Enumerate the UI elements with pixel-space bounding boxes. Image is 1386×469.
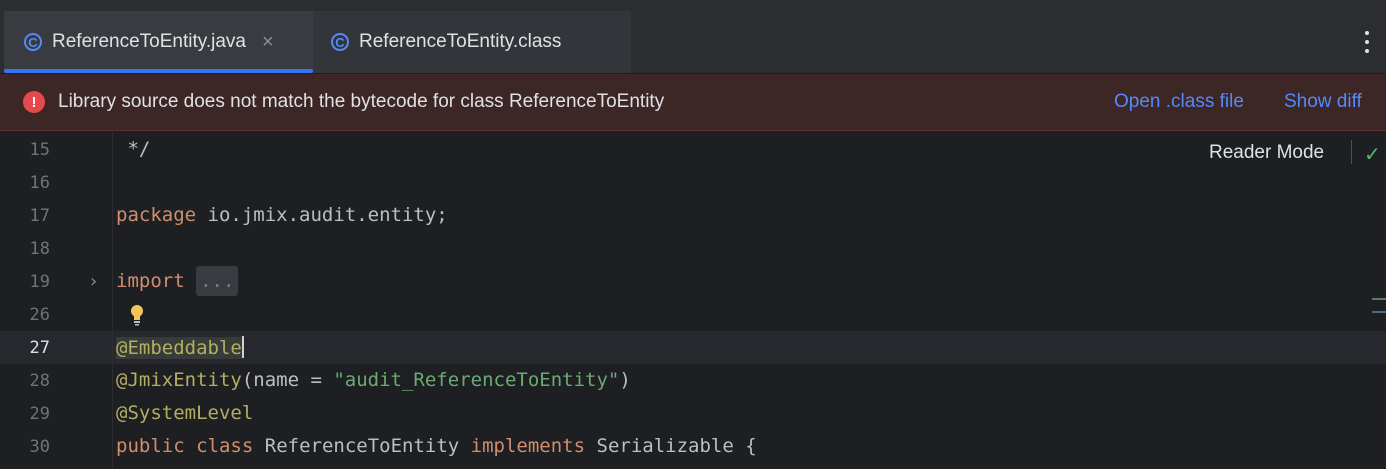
text-caret [241,336,244,358]
line-number: 27 [29,338,50,358]
keyword-implements: implements [470,435,586,457]
reader-mode-button[interactable]: Reader Mode [1209,142,1324,164]
show-diff-link[interactable]: Show diff [1284,91,1362,113]
keyword-package: package [116,204,197,226]
line-number: 29 [29,404,50,424]
line-number: 19 [29,272,50,292]
line-number: 30 [29,437,50,457]
code-line: 30 public class ReferenceToEntity implem… [0,430,1386,463]
code-line: 28 @JmixEntity(name = "audit_ReferenceTo… [0,364,1386,397]
keyword-public: public [116,435,185,457]
fold-expand-icon[interactable]: › [88,271,99,292]
folded-imports[interactable]: ... [196,266,239,296]
code-line: 26 [0,298,1386,331]
class-name: ReferenceToEntity [264,435,460,457]
inspection-ok-icon[interactable]: ✓ [1364,142,1381,167]
code-line: 19 › import ... [0,265,1386,298]
line-number: 15 [29,140,50,160]
open-class-file-link[interactable]: Open .class file [1114,91,1244,113]
error-icon: ! [23,91,45,113]
closing-paren: ) [619,369,631,391]
interface-name: Serializable [596,435,734,457]
line-number: 28 [29,371,50,391]
line-number: 26 [29,305,50,325]
code-line: 16 [0,166,1386,199]
bytecode-mismatch-banner: ! Library source does not match the byte… [0,74,1386,131]
banner-message: Library source does not match the byteco… [58,91,665,112]
code-line: 29 @SystemLevel [0,397,1386,430]
scrollbar-marker[interactable] [1372,311,1386,313]
line-number: 16 [29,173,50,193]
line-number: 17 [29,206,50,226]
comment-text: */ [116,138,151,160]
annotation-jmix-entity: @JmixEntity [116,369,242,391]
code-line: 18 [0,232,1386,265]
code-line: 15 */ [0,133,1386,166]
annotation-embeddable: @Embeddable [116,337,242,359]
line-number: 18 [29,239,50,259]
class-c-icon: C [331,33,349,51]
tab-label: ReferenceToEntity.java [52,31,246,52]
annotation-args: (name = [241,369,334,391]
code-line: 17 package io.jmix.audit.entity; [0,199,1386,232]
open-brace: { [745,435,757,457]
toolbar-separator [1351,140,1352,164]
code-line-current: 27 @Embeddable [0,331,1386,364]
tab-reference-to-entity-java[interactable]: C ReferenceToEntity.java × [4,11,313,73]
string-literal: "audit_ReferenceToEntity" [333,369,620,391]
code-editor[interactable]: 15 */ 16 17 package io.jmix.audit.entity… [0,131,1386,469]
more-options-icon[interactable] [1364,31,1370,53]
keyword-import: import [116,270,185,292]
close-icon[interactable]: × [262,31,274,54]
tab-reference-to-entity-class[interactable]: C ReferenceToEntity.class [313,11,631,73]
lightbulb-icon[interactable] [130,304,144,326]
scrollbar-marker[interactable] [1372,298,1386,300]
keyword-class: class [196,435,254,457]
package-name: io.jmix.audit.entity; [196,204,448,226]
tab-label: ReferenceToEntity.class [359,31,562,52]
annotation-system-level: @SystemLevel [116,402,254,424]
class-c-icon: C [24,33,42,51]
gutter-divider [112,131,113,469]
editor-tab-bar: C ReferenceToEntity.java × C ReferenceTo… [0,11,1386,74]
